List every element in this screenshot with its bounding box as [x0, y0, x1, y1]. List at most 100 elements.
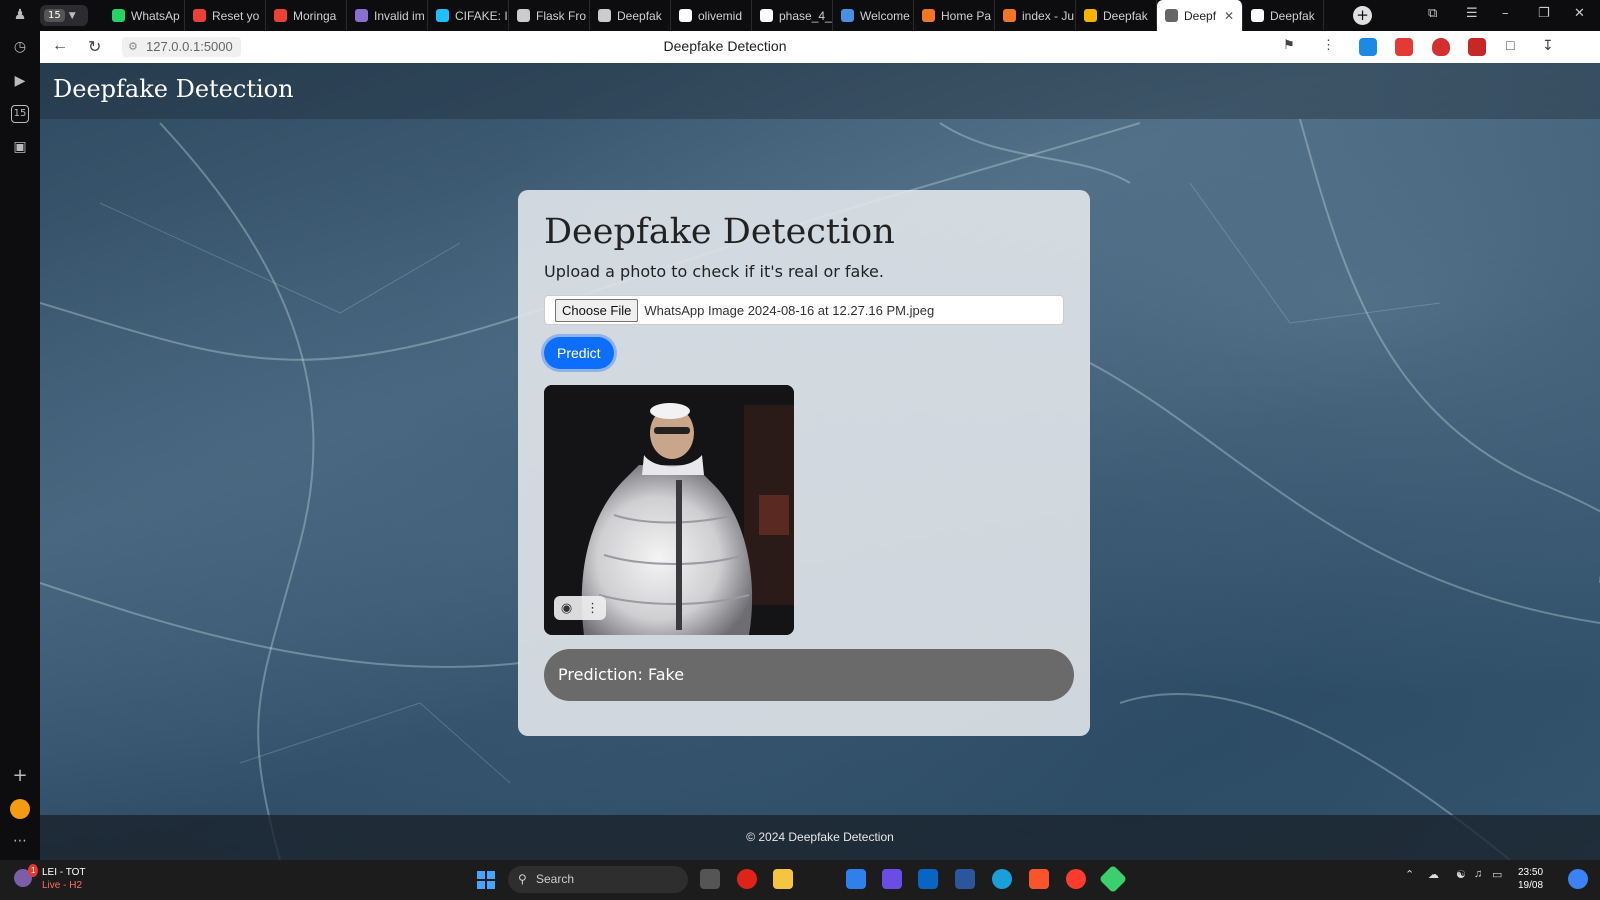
browser-tab[interactable]: Welcome: [833, 0, 914, 31]
chevron-down-icon: ▼: [68, 10, 76, 21]
store-icon[interactable]: [846, 869, 866, 889]
yandex-icon[interactable]: [1066, 869, 1086, 889]
tab-label: Welcome: [860, 8, 910, 23]
tab-favicon-icon: [193, 9, 206, 22]
tab-favicon-icon: [1084, 9, 1097, 22]
screenshot-icon[interactable]: ▣: [10, 137, 30, 157]
tab-favicon-icon: [922, 9, 935, 22]
page-viewport: Deepfake Detection Deepfake Detection Up…: [40, 63, 1600, 860]
tab-active[interactable]: Deepf ✕: [1157, 0, 1243, 31]
browser-tab[interactable]: Flask Fro: [509, 0, 590, 31]
more-icon[interactable]: ⋯: [10, 831, 30, 851]
tab-label: WhatsAp: [131, 8, 180, 23]
tab-favicon-icon: [1003, 9, 1016, 22]
add-panel-icon[interactable]: +: [10, 766, 30, 786]
browser-tab[interactable]: CIFAKE: I: [428, 0, 509, 31]
tab-label: Flask Fro: [536, 8, 587, 23]
uploaded-image-preview: ◉ ⋮: [544, 385, 794, 635]
wifi-icon[interactable]: ☯: [1456, 868, 1466, 881]
browser-tab[interactable]: Home Pa: [914, 0, 995, 31]
tab-label: Deepf: [1184, 8, 1217, 23]
card-subtitle: Upload a photo to check if it's real or …: [544, 262, 884, 281]
tab-counter-button[interactable]: 15 ▼: [40, 5, 88, 26]
file-input[interactable]: Choose File WhatsApp Image 2024-08-16 at…: [544, 295, 1064, 325]
browser-tab[interactable]: phase_4_: [752, 0, 833, 31]
minimize-button[interactable]: –: [1502, 6, 1509, 21]
tab-favicon-icon: [679, 9, 692, 22]
prediction-result: Prediction: Fake: [544, 649, 1074, 701]
battery-icon[interactable]: ▭: [1492, 868, 1502, 881]
extensions-icon[interactable]: □: [1506, 37, 1514, 53]
extension-pen-icon[interactable]: [1468, 38, 1486, 56]
clock-date: 19/08: [1518, 880, 1544, 891]
more-vertical-icon[interactable]: ⋮: [1322, 37, 1335, 53]
adblock-icon[interactable]: [1432, 38, 1450, 56]
outlook-icon[interactable]: [918, 869, 938, 889]
history-icon[interactable]: ◷: [10, 37, 30, 57]
weather-subtitle: Live - H2: [42, 880, 83, 891]
weather-widget[interactable]: 1 LEI - TOT Live - H2: [14, 864, 86, 892]
new-tab-button[interactable]: +: [1353, 6, 1372, 25]
site-header: Deepfake Detection: [40, 63, 1600, 119]
tab-search-icon[interactable]: ⧉: [1428, 6, 1437, 21]
opera-icon[interactable]: [737, 869, 757, 889]
browser-tab[interactable]: olivemid: [671, 0, 752, 31]
network-alert-icon[interactable]: ☁: [1428, 868, 1439, 881]
avatar[interactable]: [10, 799, 30, 819]
close-window-button[interactable]: ✕: [1574, 6, 1585, 21]
browser-tab[interactable]: Deepfak: [1243, 0, 1324, 31]
extension-dislike-icon[interactable]: [1395, 38, 1413, 56]
weather-title: LEI - TOT: [42, 867, 86, 878]
browser-tab[interactable]: WhatsAp: [104, 0, 185, 31]
chevron-up-icon[interactable]: ⌃: [1405, 868, 1414, 881]
profile-icon[interactable]: ♟: [10, 5, 30, 25]
system-clock[interactable]: 23:50 19/08: [1518, 866, 1543, 892]
tab-favicon-icon: [598, 9, 611, 22]
file-explorer-icon[interactable]: [773, 869, 793, 889]
word-icon[interactable]: [955, 869, 975, 889]
search-icon: ⚲: [518, 872, 527, 886]
taskbar: 1 LEI - TOT Live - H2 ⚲ Search ⌃ ☁ ☯ ♫ ▭…: [0, 860, 1600, 900]
taskbar-search[interactable]: ⚲ Search: [508, 866, 688, 893]
image-toolbar: ◉ ⋮: [554, 596, 606, 620]
media-player-icon[interactable]: ▶: [10, 71, 30, 91]
predict-button[interactable]: Predict: [544, 337, 614, 369]
tab-strip: WhatsAp Reset yo Moringa Invalid im CIFAKE: …: [104, 0, 1324, 31]
tab-favicon-icon: [517, 9, 530, 22]
task-view-icon[interactable]: [700, 869, 720, 889]
calendar-icon[interactable]: 15: [11, 105, 29, 123]
copilot-icon[interactable]: [882, 869, 902, 889]
browser-tab[interactable]: Invalid im: [347, 0, 428, 31]
copilot-tray-icon[interactable]: [1568, 869, 1588, 889]
more-vertical-icon[interactable]: ⋮: [586, 601, 599, 616]
choose-file-button[interactable]: Choose File: [555, 298, 639, 322]
tab-favicon-icon: [760, 9, 773, 22]
camera-icon[interactable]: ◉: [561, 601, 572, 616]
tab-label: index - Ju: [1022, 8, 1075, 23]
browser-tab[interactable]: Moringa: [266, 0, 347, 31]
download-icon[interactable]: ↧: [1542, 37, 1554, 54]
menu-icon[interactable]: ☰: [1466, 6, 1478, 21]
tab-favicon-icon: [355, 9, 368, 22]
extension-shield-icon[interactable]: [1359, 38, 1377, 56]
browser-tab[interactable]: Deepfak: [1076, 0, 1157, 31]
tab-close-icon[interactable]: ✕: [1224, 9, 1234, 23]
edge-icon[interactable]: [992, 869, 1012, 889]
tab-label: Deepfak: [1270, 8, 1315, 23]
browser-tab[interactable]: index - Ju: [995, 0, 1076, 31]
tab-label: CIFAKE: I: [455, 8, 508, 23]
windows-start-icon[interactable]: [477, 871, 495, 889]
brave-icon[interactable]: [1029, 869, 1049, 889]
volume-icon[interactable]: ♫: [1474, 868, 1482, 880]
git-icon[interactable]: [1098, 864, 1128, 894]
site-brand[interactable]: Deepfake Detection: [53, 75, 294, 103]
address-bar: ← ↻ ⚙ 127.0.0.1:5000 Deepfake Detection …: [40, 31, 1600, 64]
tab-label: Reset yo: [212, 8, 260, 23]
browser-tab[interactable]: Reset yo: [185, 0, 266, 31]
browser-tab-bar: ♟ 15 ▼ WhatsAp Reset yo Moringa Invalid im C…: [0, 0, 1600, 31]
tab-label: Invalid im: [374, 8, 425, 23]
restore-button[interactable]: ❐: [1538, 6, 1550, 21]
browser-tab[interactable]: Deepfak: [590, 0, 671, 31]
tab-label: Home Pa: [941, 8, 992, 23]
bookmark-icon[interactable]: ⚑: [1283, 37, 1295, 53]
